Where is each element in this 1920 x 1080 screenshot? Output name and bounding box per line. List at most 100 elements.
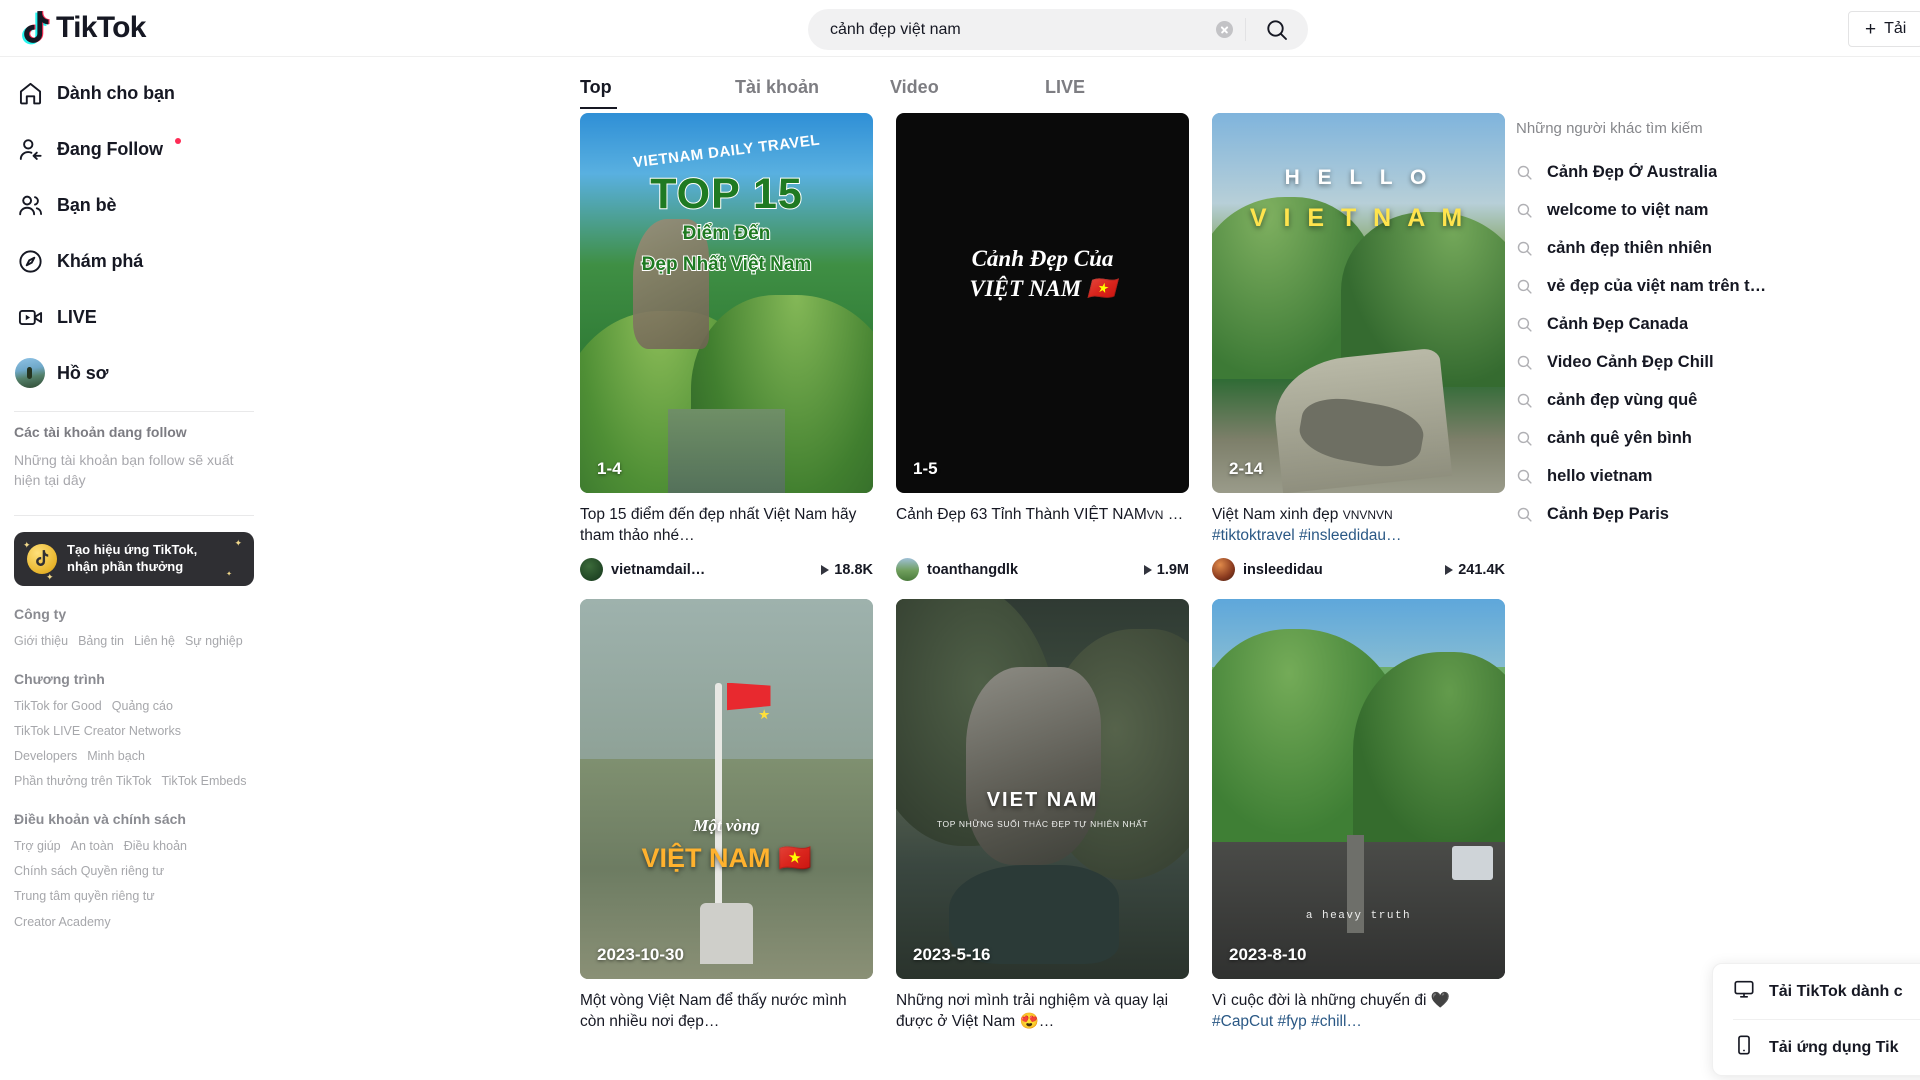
author-avatar[interactable] (1212, 558, 1235, 581)
sidebar-item-live[interactable]: LIVE (0, 289, 268, 345)
thumbnail-art (1212, 599, 1505, 979)
sidebar-item-for-you[interactable]: Dành cho bạn (0, 65, 268, 121)
footer-heading-company: Công ty (14, 605, 67, 622)
video-thumbnail[interactable]: VIETNAM DAILY TRAVEL TOP 15 Điểm Đến Đẹp… (580, 113, 873, 493)
tab-top[interactable]: Top (580, 77, 735, 109)
related-search-item[interactable]: cảnh quê yên bình (1516, 419, 1920, 457)
download-desktop-label: Tải TikTok dành c (1769, 982, 1903, 1000)
related-search-item[interactable]: Video Cảnh Đẹp Chill (1516, 343, 1920, 381)
video-date-badge: 2023-10-30 (597, 945, 684, 965)
video-thumbnail[interactable]: H E L L O V I E T N A M 2-14 (1212, 113, 1505, 493)
footer-link[interactable]: Liên hệ (134, 630, 175, 653)
video-card[interactable]: VIET NAM TOP NHỮNG SUỐI THÁC ĐẸP TỰ NHIÊ… (896, 599, 1189, 1033)
footer-link[interactable]: Chính sách Quyền riêng tư (14, 860, 164, 883)
sidebar-item-profile[interactable]: Hồ sơ (0, 345, 268, 401)
video-caption: Một vòng Việt Nam để thấy nước mình còn … (580, 992, 847, 1031)
clear-search-icon[interactable] (1216, 21, 1233, 38)
related-search-label: Cảnh Đẹp Ở Australia (1547, 162, 1718, 181)
video-date-badge: 2-14 (1229, 459, 1264, 479)
author-name[interactable]: vietnamdail… (611, 562, 705, 578)
sidebar-item-following[interactable]: Đang Follow (0, 121, 268, 177)
sidebar-item-label: Đang Follow (57, 138, 163, 159)
video-date-badge: 2023-8-10 (1229, 945, 1307, 965)
video-caption-hashtags[interactable]: #CapCut #fyp #chill… (1212, 1013, 1362, 1030)
video-thumbnail[interactable]: Cảnh Đẹp Của VIỆT NAM 🇻🇳 1-5 (896, 113, 1189, 493)
footer-link[interactable]: TikTok Embeds (161, 770, 246, 793)
footer-heading-programs: Chương trình (14, 670, 105, 687)
avatar-icon (14, 357, 46, 389)
effect-house-promo-banner[interactable]: ✦ ✦ ✦ ✦ Tạo hiệu ứng TikTok, nhận phần t… (14, 531, 254, 586)
footer-link[interactable]: Giới thiệu (14, 630, 68, 653)
sidebar-item-friends[interactable]: Bạn bè (0, 177, 268, 233)
footer-link[interactable]: Điều khoản (124, 835, 187, 858)
author-name[interactable]: insleedidau (1243, 562, 1323, 578)
tab-video[interactable]: Video (890, 77, 1045, 109)
related-search-label: Cảnh Đẹp Paris (1547, 504, 1669, 523)
footer-link[interactable]: An toàn (71, 835, 114, 858)
related-search-item[interactable]: vẻ đẹp của việt nam trên t… (1516, 267, 1920, 305)
upload-button[interactable]: + Tải (1848, 11, 1920, 47)
new-activity-badge (174, 138, 181, 144)
video-card[interactable]: Một vòng VIỆT NAM 🇻🇳 2023-10-30 Một vòng… (580, 599, 873, 1033)
footer-link[interactable]: Creator Academy (14, 911, 111, 934)
search-icon (1516, 278, 1533, 295)
thumbnail-headline-1: Một vòng (693, 815, 760, 835)
related-search-item[interactable]: hello vietnam (1516, 457, 1920, 495)
sidebar-divider-2 (14, 514, 254, 516)
footer-link[interactable]: Trung tâm quyền riêng tư (14, 885, 155, 908)
footer-link[interactable]: Sự nghiệp (185, 630, 243, 653)
footer-link[interactable]: TikTok LIVE Creator Networks (14, 720, 181, 743)
search-bar[interactable] (808, 9, 1308, 50)
video-card[interactable]: H E L L O V I E T N A M 2-14 Việt Nam xi… (1212, 113, 1505, 581)
tab-live[interactable]: LIVE (1045, 77, 1200, 109)
footer-link[interactable]: Trợ giúp (14, 835, 61, 858)
footer-link[interactable]: Phần thưởng trên TikTok (14, 770, 151, 793)
footer-link[interactable]: TikTok for Good (14, 695, 102, 718)
tab-accounts[interactable]: Tài khoản (735, 77, 890, 109)
sidebar-item-label: Dành cho bạn (57, 82, 175, 103)
search-icon (1267, 19, 1287, 40)
video-card[interactable]: a heavy truth 2023-8-10 Vì cuộc đời là n… (1212, 599, 1505, 1033)
author-name[interactable]: toanthangdlk (927, 562, 1018, 578)
video-thumbnail[interactable]: a heavy truth 2023-8-10 (1212, 599, 1505, 979)
play-count-value: 241.4K (1458, 561, 1505, 578)
download-desktop-row[interactable]: Tải TikTok dành c (1713, 964, 1920, 1019)
thumbnail-headline-4: Đẹp Nhất Việt Nam (641, 253, 813, 276)
related-search-item[interactable]: Cảnh Đẹp Canada (1516, 305, 1920, 343)
tiktok-note-icon (22, 11, 50, 45)
video-card[interactable]: VIETNAM DAILY TRAVEL TOP 15 Điểm Đến Đẹp… (580, 113, 873, 581)
thumbnail-art (580, 599, 873, 979)
related-search-item[interactable]: welcome to việt nam (1516, 191, 1920, 229)
sidebar-item-explore[interactable]: Khám phá (0, 233, 268, 289)
related-searches-panel: Những người khác tìm kiếm Cảnh Đẹp Ở Aus… (1508, 57, 1920, 1080)
footer-link[interactable]: Minh bạch (87, 745, 145, 768)
search-results-main: Top Tài khoản Video LIVE VIETNAM DAILY T… (268, 57, 1508, 1080)
related-search-item[interactable]: cảnh đẹp vùng quê (1516, 381, 1920, 419)
author-avatar[interactable] (580, 558, 603, 581)
author-avatar[interactable] (896, 558, 919, 581)
footer-link[interactable]: Quảng cáo (112, 695, 173, 718)
video-caption-hashtags[interactable]: #tiktoktravel #insleedidau… (1212, 527, 1402, 544)
video-card[interactable]: Cảnh Đẹp Của VIỆT NAM 🇻🇳 1-5 Cảnh Đẹp 63… (896, 113, 1189, 581)
related-search-item[interactable]: cảnh đẹp thiên nhiên (1516, 229, 1920, 267)
search-input[interactable] (808, 9, 1216, 50)
download-app-panel: Tải TikTok dành c Tải ứng dụng Tik (1712, 963, 1920, 1076)
related-search-label: cảnh đẹp vùng quê (1547, 390, 1698, 409)
search-icon (1516, 240, 1533, 257)
tiktok-logo[interactable]: TikTok (22, 11, 146, 45)
tiktok-wordmark: TikTok (56, 11, 146, 44)
footer-link[interactable]: Developers (14, 745, 77, 768)
video-thumbnail[interactable]: VIET NAM TOP NHỮNG SUỐI THÁC ĐẸP TỰ NHIÊ… (896, 599, 1189, 979)
footer-link[interactable]: Bảng tin (78, 630, 124, 653)
video-thumbnail[interactable]: Một vòng VIỆT NAM 🇻🇳 2023-10-30 (580, 599, 873, 979)
video-caption-tail: … (1163, 506, 1184, 523)
following-title: Các tài khoản dang follow (14, 424, 187, 440)
search-submit-button[interactable] (1246, 9, 1308, 50)
related-search-item[interactable]: Cảnh Đẹp Paris (1516, 495, 1920, 533)
video-results-grid: VIETNAM DAILY TRAVEL TOP 15 Điểm Đến Đẹp… (268, 109, 1508, 1033)
thumbnail-headline-1: VIET NAM (986, 789, 1099, 811)
download-mobile-row[interactable]: Tải ứng dụng Tik (1713, 1020, 1920, 1075)
footer-links-programs: TikTok for Good Quảng cáo TikTok LIVE Cr… (14, 695, 254, 794)
video-date-badge: 2023-5-16 (913, 945, 991, 965)
related-search-item[interactable]: Cảnh Đẹp Ở Australia (1516, 153, 1920, 191)
